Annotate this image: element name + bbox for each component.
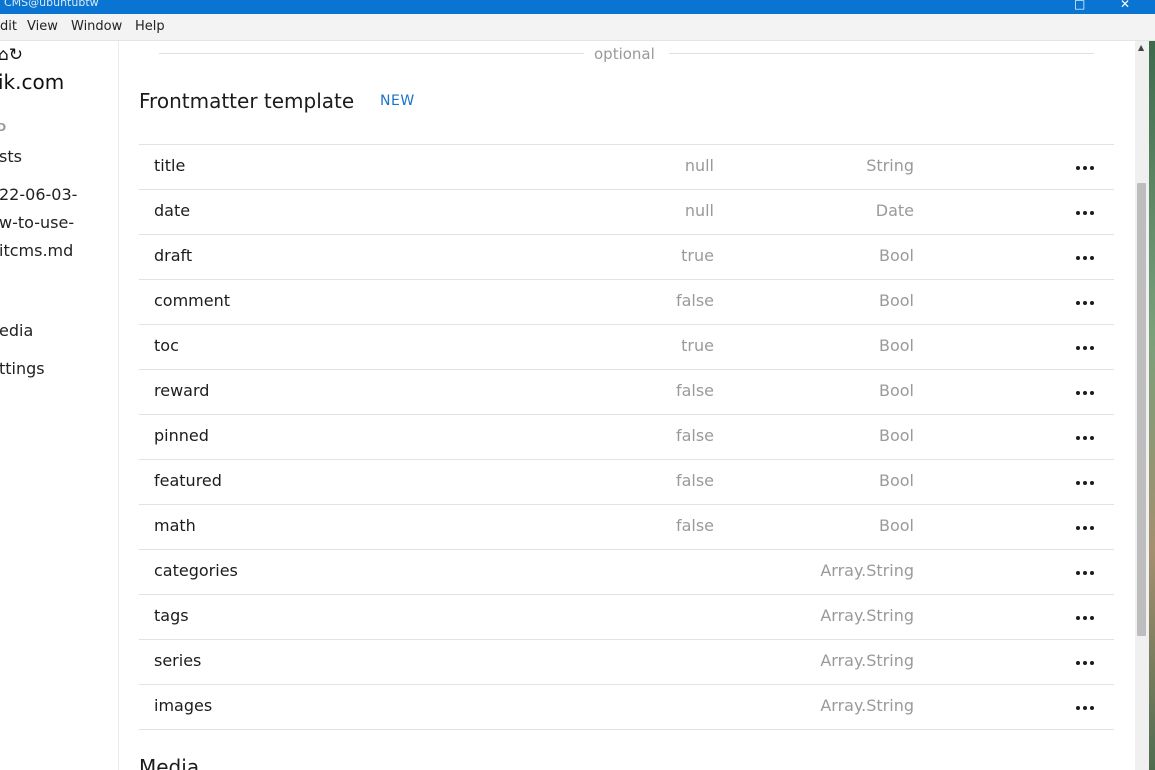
field-type: Bool [879,291,914,310]
field-name: images [154,696,213,715]
sidebar-section-label: D [0,121,6,134]
field-type: Bool [879,426,914,445]
more-options-icon[interactable] [1076,660,1096,666]
field-name: featured [154,471,222,490]
field-type: Bool [879,471,914,490]
close-icon[interactable]: ✕ [1120,0,1130,11]
field-type: Date [875,201,914,220]
field-type: Array.String [820,606,914,625]
sidebar-item-post-file-line3[interactable]: itcms.md [0,237,73,265]
field-default-value: true [681,246,714,265]
template-row[interactable]: draft true Bool [139,235,1114,280]
window-titlebar: CMS@ubuntubtw □ ✕ [0,0,1155,14]
field-name: tags [154,606,189,625]
menu-window[interactable]: Window [71,20,122,34]
field-default-value: false [675,426,714,445]
frontmatter-template-title: Frontmatter template [139,89,355,113]
template-row[interactable]: toc true Bool [139,325,1114,370]
sidebar-item-post-file-line1[interactable]: 22-06-03- [0,181,77,209]
maximize-icon[interactable]: □ [1074,0,1085,11]
sidebar-item-settings[interactable]: ttings [0,355,45,383]
field-default-value: null [684,201,714,220]
field-name: comment [154,291,231,310]
desktop-background-strip [1149,41,1155,770]
field-name: categories [154,561,238,580]
field-type: Array.String [820,561,914,580]
scrollbar-thumb[interactable] [1137,183,1146,636]
field-type: Array.String [820,696,914,715]
frontmatter-template-table: title null String date null Date draft true Bool… [139,144,1114,730]
menu-bar: dit View Window Help [0,14,1155,41]
more-options-icon[interactable] [1076,345,1096,351]
field-name: pinned [154,426,209,445]
field-type: Bool [879,381,914,400]
field-type: String [866,156,914,175]
template-row[interactable]: categories Array.String [139,550,1114,595]
more-options-icon[interactable] [1076,255,1096,261]
window-title: CMS@ubuntubtw [4,0,99,9]
more-options-icon[interactable] [1076,570,1096,576]
more-options-icon[interactable] [1076,300,1096,306]
sidebar: ⌂↻ ik.com D sts 22-06-03- w-to-use- itcm… [0,41,119,770]
divider-line-left [159,53,584,54]
field-default-value: false [675,471,714,490]
field-type: Bool [879,516,914,535]
template-row[interactable]: tags Array.String [139,595,1114,640]
field-default-value: true [681,336,714,355]
sidebar-item-posts[interactable]: sts [0,143,22,171]
field-type: Bool [879,336,914,355]
new-field-button[interactable]: NEW [380,93,415,109]
home-refresh-icons[interactable]: ⌂↻ [0,45,23,65]
divider-line-right [669,53,1094,54]
template-row[interactable]: pinned false Bool [139,415,1114,460]
template-row[interactable]: featured false Bool [139,460,1114,505]
field-default-value: null [684,156,714,175]
more-options-icon[interactable] [1076,435,1096,441]
more-options-icon[interactable] [1076,480,1096,486]
field-default-value: false [675,291,714,310]
vertical-scrollbar[interactable]: ▲ [1135,41,1149,770]
template-row[interactable]: math false Bool [139,505,1114,550]
scroll-up-arrow-icon[interactable]: ▲ [1138,43,1144,52]
site-name: ik.com [0,70,65,94]
template-row[interactable]: date null Date [139,190,1114,235]
template-row[interactable]: reward false Bool [139,370,1114,415]
field-name: date [154,201,191,220]
more-options-icon[interactable] [1076,210,1096,216]
field-name: reward [154,381,210,400]
field-name: math [154,516,196,535]
more-options-icon[interactable] [1076,525,1096,531]
field-default-value: false [675,381,714,400]
main-content: optional Frontmatter template NEW title n… [119,41,1135,770]
sidebar-item-media[interactable]: edia [0,317,33,345]
sidebar-item-post-file-line2[interactable]: w-to-use- [0,209,74,237]
menu-edit[interactable]: dit [0,20,17,34]
more-options-icon[interactable] [1076,615,1096,621]
more-options-icon[interactable] [1076,165,1096,171]
template-row[interactable]: series Array.String [139,640,1114,685]
field-name: series [154,651,202,670]
field-name: title [154,156,186,175]
more-options-icon[interactable] [1076,705,1096,711]
template-row[interactable]: title null String [139,145,1114,190]
more-options-icon[interactable] [1076,390,1096,396]
field-name: toc [154,336,179,355]
menu-view[interactable]: View [27,20,58,34]
field-name: draft [154,246,193,265]
menu-help[interactable]: Help [135,20,165,34]
media-section-title: Media [139,755,200,770]
optional-divider-label: optional [594,45,655,63]
field-default-value: false [675,516,714,535]
field-type: Bool [879,246,914,265]
template-row[interactable]: comment false Bool [139,280,1114,325]
field-type: Array.String [820,651,914,670]
template-row[interactable]: images Array.String [139,685,1114,730]
